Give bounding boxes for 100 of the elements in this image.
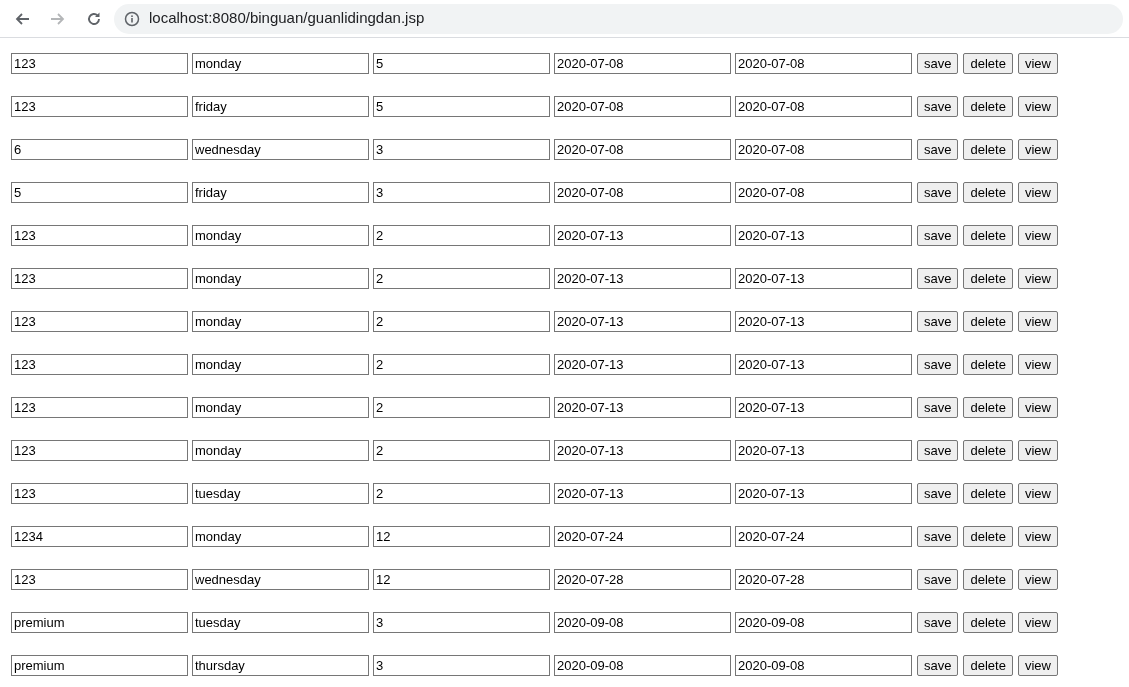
text-input[interactable]: 1234 [11,526,188,547]
text-input[interactable]: 12 [373,569,550,590]
save-button[interactable]: save [917,53,959,74]
view-button[interactable]: view [1017,139,1058,160]
text-input[interactable]: 2020-07-13 [735,440,912,461]
text-input[interactable]: premium [11,655,188,676]
text-input[interactable]: 2020-09-08 [554,655,731,676]
save-button[interactable]: save [917,268,959,289]
text-input[interactable]: 123 [11,440,188,461]
view-button[interactable]: view [1017,569,1058,590]
text-input[interactable]: 2020-07-13 [735,268,912,289]
text-input[interactable]: 2020-07-08 [554,182,731,203]
text-input[interactable]: 2 [373,311,550,332]
text-input[interactable]: 2020-07-13 [554,354,731,375]
delete-button[interactable]: delete [963,268,1013,289]
save-button[interactable]: save [917,311,959,332]
delete-button[interactable]: delete [963,397,1013,418]
save-button[interactable]: save [917,139,959,160]
text-input[interactable]: 123 [11,311,188,332]
text-input[interactable]: 123 [11,354,188,375]
text-input[interactable]: 2020-07-08 [554,53,731,74]
save-button[interactable]: save [917,182,959,203]
view-button[interactable]: view [1017,268,1058,289]
text-input[interactable]: 2020-07-13 [554,397,731,418]
text-input[interactable]: wednesday [192,569,369,590]
view-button[interactable]: view [1017,397,1058,418]
text-input[interactable]: 12 [373,526,550,547]
view-button[interactable]: view [1017,655,1058,676]
save-button[interactable]: save [917,483,959,504]
text-input[interactable]: 2 [373,483,550,504]
text-input[interactable]: monday [192,53,369,74]
text-input[interactable]: 2 [373,397,550,418]
text-input[interactable]: 2020-07-24 [735,526,912,547]
text-input[interactable]: 2020-07-13 [735,311,912,332]
text-input[interactable]: 6 [11,139,188,160]
save-button[interactable]: save [917,612,959,633]
text-input[interactable]: 2020-07-13 [735,225,912,246]
text-input[interactable]: monday [192,311,369,332]
text-input[interactable]: 123 [11,268,188,289]
view-button[interactable]: view [1017,483,1058,504]
text-input[interactable]: 5 [11,182,188,203]
text-input[interactable]: 3 [373,612,550,633]
text-input[interactable]: 2020-07-13 [554,268,731,289]
delete-button[interactable]: delete [963,225,1013,246]
text-input[interactable]: 2020-07-13 [735,483,912,504]
delete-button[interactable]: delete [963,440,1013,461]
text-input[interactable]: thursday [192,655,369,676]
text-input[interactable]: 2 [373,354,550,375]
text-input[interactable]: monday [192,225,369,246]
view-button[interactable]: view [1017,96,1058,117]
delete-button[interactable]: delete [963,96,1013,117]
text-input[interactable]: 2020-07-08 [554,96,731,117]
text-input[interactable]: friday [192,182,369,203]
text-input[interactable]: 123 [11,96,188,117]
text-input[interactable]: 2020-07-08 [735,182,912,203]
text-input[interactable]: 2020-07-28 [735,569,912,590]
text-input[interactable]: 2020-07-13 [735,397,912,418]
delete-button[interactable]: delete [963,612,1013,633]
text-input[interactable]: 2020-07-13 [735,354,912,375]
text-input[interactable]: 5 [373,53,550,74]
delete-button[interactable]: delete [963,354,1013,375]
text-input[interactable]: 3 [373,139,550,160]
text-input[interactable]: 123 [11,225,188,246]
text-input[interactable]: monday [192,440,369,461]
delete-button[interactable]: delete [963,311,1013,332]
delete-button[interactable]: delete [963,483,1013,504]
save-button[interactable]: save [917,96,959,117]
delete-button[interactable]: delete [963,526,1013,547]
text-input[interactable]: 2 [373,440,550,461]
text-input[interactable]: 2 [373,268,550,289]
text-input[interactable]: tuesday [192,612,369,633]
text-input[interactable]: 2020-07-08 [554,139,731,160]
text-input[interactable]: 2020-07-13 [554,311,731,332]
text-input[interactable]: monday [192,397,369,418]
text-input[interactable]: 123 [11,483,188,504]
text-input[interactable]: 3 [373,655,550,676]
save-button[interactable]: save [917,440,959,461]
text-input[interactable]: premium [11,612,188,633]
view-button[interactable]: view [1017,440,1058,461]
save-button[interactable]: save [917,569,959,590]
view-button[interactable]: view [1017,225,1058,246]
save-button[interactable]: save [917,397,959,418]
text-input[interactable]: 123 [11,397,188,418]
view-button[interactable]: view [1017,612,1058,633]
text-input[interactable]: tuesday [192,483,369,504]
view-button[interactable]: view [1017,354,1058,375]
text-input[interactable]: 2020-07-13 [554,483,731,504]
view-button[interactable]: view [1017,526,1058,547]
text-input[interactable]: 2 [373,225,550,246]
text-input[interactable]: 2020-09-08 [735,655,912,676]
text-input[interactable]: 2020-07-08 [735,139,912,160]
delete-button[interactable]: delete [963,53,1013,74]
view-button[interactable]: view [1017,311,1058,332]
view-button[interactable]: view [1017,53,1058,74]
text-input[interactable]: 2020-09-08 [735,612,912,633]
text-input[interactable]: 2020-07-28 [554,569,731,590]
text-input[interactable]: 3 [373,182,550,203]
text-input[interactable]: 2020-07-24 [554,526,731,547]
text-input[interactable]: monday [192,268,369,289]
text-input[interactable]: 2020-07-08 [735,53,912,74]
